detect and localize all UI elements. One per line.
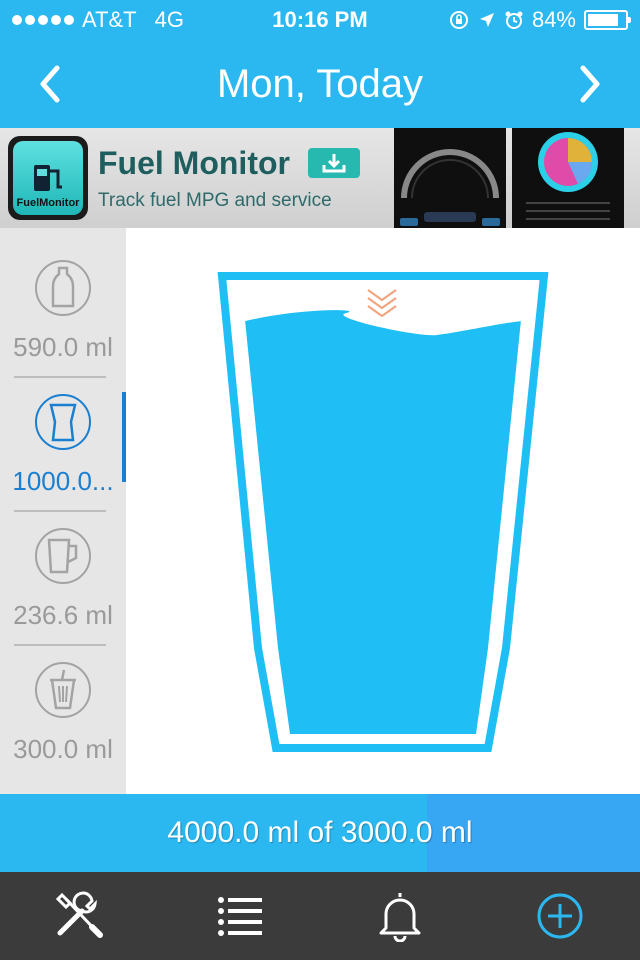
water-fill: [245, 310, 521, 734]
container-item-glass[interactable]: 1000.0...: [0, 384, 126, 518]
battery-level-fill: [588, 14, 619, 26]
page-title: Mon, Today: [216, 61, 424, 106]
ad-banner[interactable]: FuelMonitor Fuel Monitor Track fuel MPG …: [0, 128, 640, 228]
rotation-lock-icon: [449, 11, 468, 29]
glass-area: [126, 228, 640, 794]
ad-logo-text: FuelMonitor: [16, 197, 80, 209]
bell-icon: [379, 893, 421, 942]
container-item-mug[interactable]: 236.6 ml: [0, 518, 126, 652]
add-circle-icon: [537, 893, 583, 939]
ad-tagline: Track fuel MPG and service: [98, 189, 332, 211]
cup-with-straw-icon: [50, 669, 76, 710]
prev-day-button[interactable]: [0, 40, 100, 128]
container-item-cup[interactable]: 300.0 ml: [0, 652, 126, 786]
sidebar-divider: [14, 510, 106, 512]
tab-add[interactable]: [520, 876, 600, 956]
tab-bar: [0, 872, 640, 960]
carrier-label: AT&T: [82, 7, 137, 32]
next-day-button[interactable]: [540, 40, 640, 128]
ad-title-row: Fuel Monitor: [98, 145, 388, 182]
ad-screenshot-gauge: [394, 128, 506, 228]
fuel-pump-icon: [34, 165, 62, 191]
ad-text: Fuel Monitor Track fuel MPG and service: [98, 145, 388, 212]
alarm-icon: [505, 11, 523, 29]
container-item-bottle[interactable]: 590.0 ml: [0, 250, 126, 384]
sidebar-divider: [14, 376, 106, 378]
tab-settings[interactable]: [40, 876, 120, 956]
container-label: 300.0 ml: [13, 734, 113, 764]
status-bar: AT&T 4G 10:16 PM 84%: [0, 0, 640, 40]
glass-icon: [49, 403, 77, 442]
tab-history[interactable]: [200, 876, 280, 956]
glass-graphic: [217, 272, 549, 752]
container-label: 236.6 ml: [13, 600, 113, 630]
double-chevron-down-icon[interactable]: [367, 289, 397, 318]
chevron-left-icon: [40, 65, 60, 103]
progress-text: 4000.0 ml of 3000.0 ml: [167, 816, 473, 849]
ad-download-button[interactable]: [307, 148, 360, 178]
container-sidebar: 590.0 ml 1000.0... 236.6 ml 300.0 ml: [0, 228, 126, 794]
mug-icon: [47, 538, 78, 574]
tab-reminders[interactable]: [360, 876, 440, 956]
tools-icon: [55, 891, 103, 938]
daily-progress-bar: 4000.0 ml of 3000.0 ml: [0, 794, 640, 872]
network-label: 4G: [154, 7, 184, 32]
location-icon: [479, 13, 494, 27]
ad-screenshot-pie: [512, 128, 624, 228]
bottle-icon: [51, 266, 75, 308]
nav-bar: Mon, Today: [0, 40, 640, 128]
sidebar-divider: [14, 644, 106, 646]
list-icon: [218, 897, 262, 936]
status-right: 84%: [448, 7, 631, 33]
download-icon: [322, 154, 346, 173]
chevron-right-icon: [580, 65, 600, 103]
battery-icon: [584, 10, 631, 30]
container-label: 1000.0...: [12, 466, 114, 496]
container-label: 590.0 ml: [13, 332, 113, 362]
ad-app-name: Fuel Monitor: [98, 144, 290, 181]
battery-percent: 84%: [531, 7, 576, 32]
status-left: AT&T 4G: [12, 7, 184, 33]
signal-strength-icon: [12, 15, 74, 25]
ad-app-logo: FuelMonitor: [8, 136, 88, 220]
